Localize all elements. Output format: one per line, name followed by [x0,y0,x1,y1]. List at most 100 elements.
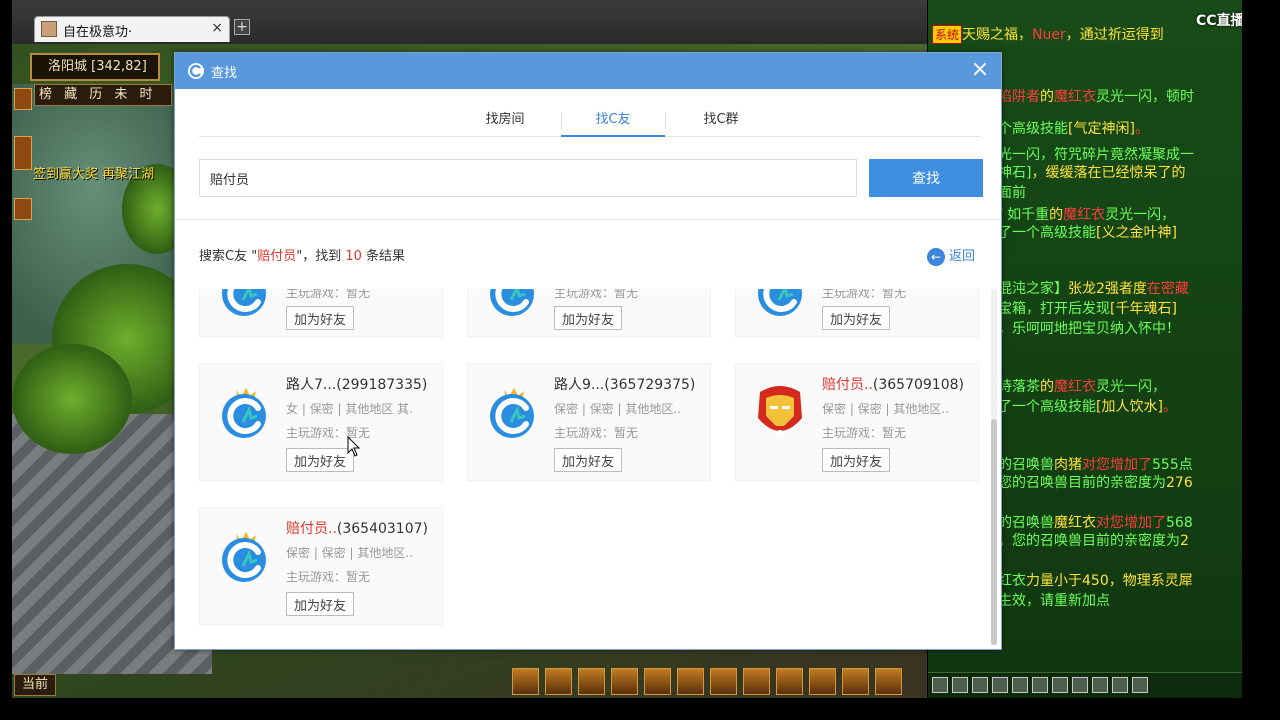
skill-slot-icon[interactable] [512,667,539,695]
tab-find-group[interactable]: 找C群 [669,109,773,137]
chat-line: 的召唤兽肉猪对您增加了555点 [998,454,1193,474]
chat-line: 光一闪，符咒碎片竟然凝聚成一 [998,144,1194,164]
results-scrollbar[interactable] [991,289,997,645]
scene-tree [12,344,132,454]
chat-text: 568 [1166,515,1193,531]
chat-tool-icon[interactable] [1012,677,1028,693]
result-nickname: 赔付员.. [822,377,873,393]
chat-line: 。您的召唤兽目前的亲密度为2 [998,530,1189,550]
result-name[interactable]: 路人7...(299187335) [286,374,427,394]
skill-slot-icon[interactable] [710,667,737,695]
result-count: 10 [345,249,362,264]
chat-line: 混沌之家】张龙2强者度在密藏 [998,278,1189,298]
result-name[interactable]: 路人9...(365729375) [554,374,695,394]
add-friend-button[interactable]: 加为好友 [286,306,354,330]
tab-find-friend[interactable]: 找C友 [561,109,665,137]
new-tab-button[interactable]: + [234,19,250,35]
result-main-game: 主玩游戏：暂无 [554,289,639,300]
chat-line: 生效，请重新加点 [998,590,1110,610]
search-tabs: 找房间 找C友 找C群 [199,109,981,137]
tab-close-icon[interactable]: × [211,20,223,36]
search-input[interactable] [199,159,857,197]
user-avatar[interactable] [214,289,274,320]
skill-slot-icon[interactable] [875,667,902,695]
screen-edge [1242,0,1280,720]
add-friend-button[interactable]: 加为好友 [286,592,354,616]
result-profile: 保密 | 保密 | 其他地区.. [554,402,681,416]
chat-line: 个高级技能[气定神闲]。 [998,118,1149,138]
result-main-game: 主玩游戏：暂无 [822,426,907,440]
chat-line: 的召唤兽魔红衣对您增加了568 [998,512,1193,532]
chat-line: 面前 [998,182,1026,202]
skill-slot-icon[interactable] [842,667,869,695]
chat-tool-icon[interactable] [1092,677,1108,693]
skill-slot-icon[interactable] [578,667,605,695]
chat-text: 的 [1040,379,1054,395]
add-friend-button[interactable]: 加为好友 [822,306,890,330]
chat-name: 陷阱者 [998,89,1040,105]
chat-tool-icon[interactable] [1032,677,1048,693]
chat-text: 魔红衣 [1054,515,1096,531]
chat-text: 的 [1049,207,1064,223]
location-display[interactable]: 洛阳城 [342,82] [30,53,160,81]
current-channel-label[interactable]: 当前 [14,674,56,696]
user-avatar[interactable] [214,526,274,586]
chat-name: Nuer [1032,27,1066,43]
skill-slot-icon[interactable] [611,667,638,695]
chat-tool-icon[interactable] [1052,677,1068,693]
game-menu-strip[interactable]: 榜 藏 历 未 时 [34,84,172,106]
chat-tool-icon[interactable] [992,677,1008,693]
dialog-title: 查找 [211,66,238,81]
back-arrow-icon: ← [927,247,945,266]
add-friend-button[interactable]: 加为好友 [286,448,354,472]
result-name[interactable]: 赔付员..(365403107) [286,518,428,538]
browser-tab[interactable]: 自在极意功· × [34,16,230,42]
chat-tool-icon[interactable] [1132,677,1148,693]
user-avatar[interactable] [750,289,810,320]
chat-tool-icon[interactable] [952,677,968,693]
skill-slot-icon[interactable] [743,667,770,695]
result-profile: 女 | 保密 | 其他地区 其. [286,402,413,416]
chat-text: 张龙2强者度 [1068,281,1147,297]
chat-text: 您的召唤兽目前的亲密度为 [998,475,1166,491]
back-button[interactable]: ← 返回 [927,245,976,266]
dialog-titlebar[interactable]: 查找 × [175,53,1001,89]
chat-tool-icon[interactable] [1112,677,1128,693]
event-banner[interactable]: 签到赢大奖 再聚江湖 [33,163,154,182]
chat-line: 诗落茶的魔红衣灵光一闪， [998,376,1166,396]
search-button[interactable]: 查找 [869,159,983,197]
back-label: 返回 [949,249,976,264]
chat-tool-icon[interactable] [972,677,988,693]
skill-slot-icon[interactable] [644,667,671,695]
scroll-thumb[interactable] [991,419,997,645]
chat-line: 陷阱者的魔红衣灵光一闪，顿时 [998,86,1194,106]
chat-line: 了一个高级技能[加人饮水]。 [998,396,1177,416]
dialog-close-icon[interactable]: × [967,57,993,83]
chat-tool-icon[interactable] [1072,677,1088,693]
user-avatar[interactable] [214,382,274,442]
screen-bottom-bar [0,698,1280,720]
skill-slot-icon[interactable] [545,667,572,695]
chat-tool-icon[interactable] [932,677,948,693]
result-id: (365709108) [872,377,964,393]
add-friend-button[interactable]: 加为好友 [554,306,622,330]
chat-text: 点 [1178,457,1193,473]
result-name[interactable]: 赔付员..(365709108) [822,374,964,394]
skill-slot-icon[interactable] [677,667,704,695]
user-avatar[interactable] [750,382,810,442]
side-arrow-icon[interactable] [14,88,32,110]
add-friend-button[interactable]: 加为好友 [822,448,890,472]
tab-find-room[interactable]: 找房间 [453,109,557,137]
user-avatar[interactable] [482,382,542,442]
side-arrow-icon[interactable] [14,198,32,220]
chat-text: 红衣 [998,573,1026,589]
skill-slot-icon[interactable] [776,667,803,695]
side-arrow-icon[interactable] [14,136,32,170]
user-avatar[interactable] [482,289,542,320]
chat-text: 555 [1152,457,1179,473]
result-main-game: 主玩游戏：暂无 [286,289,371,300]
skill-slot-icon[interactable] [809,667,836,695]
cc-app-icon [188,63,204,79]
chat-text: 通过祈运得到 [1079,27,1164,43]
add-friend-button[interactable]: 加为好友 [554,448,622,472]
